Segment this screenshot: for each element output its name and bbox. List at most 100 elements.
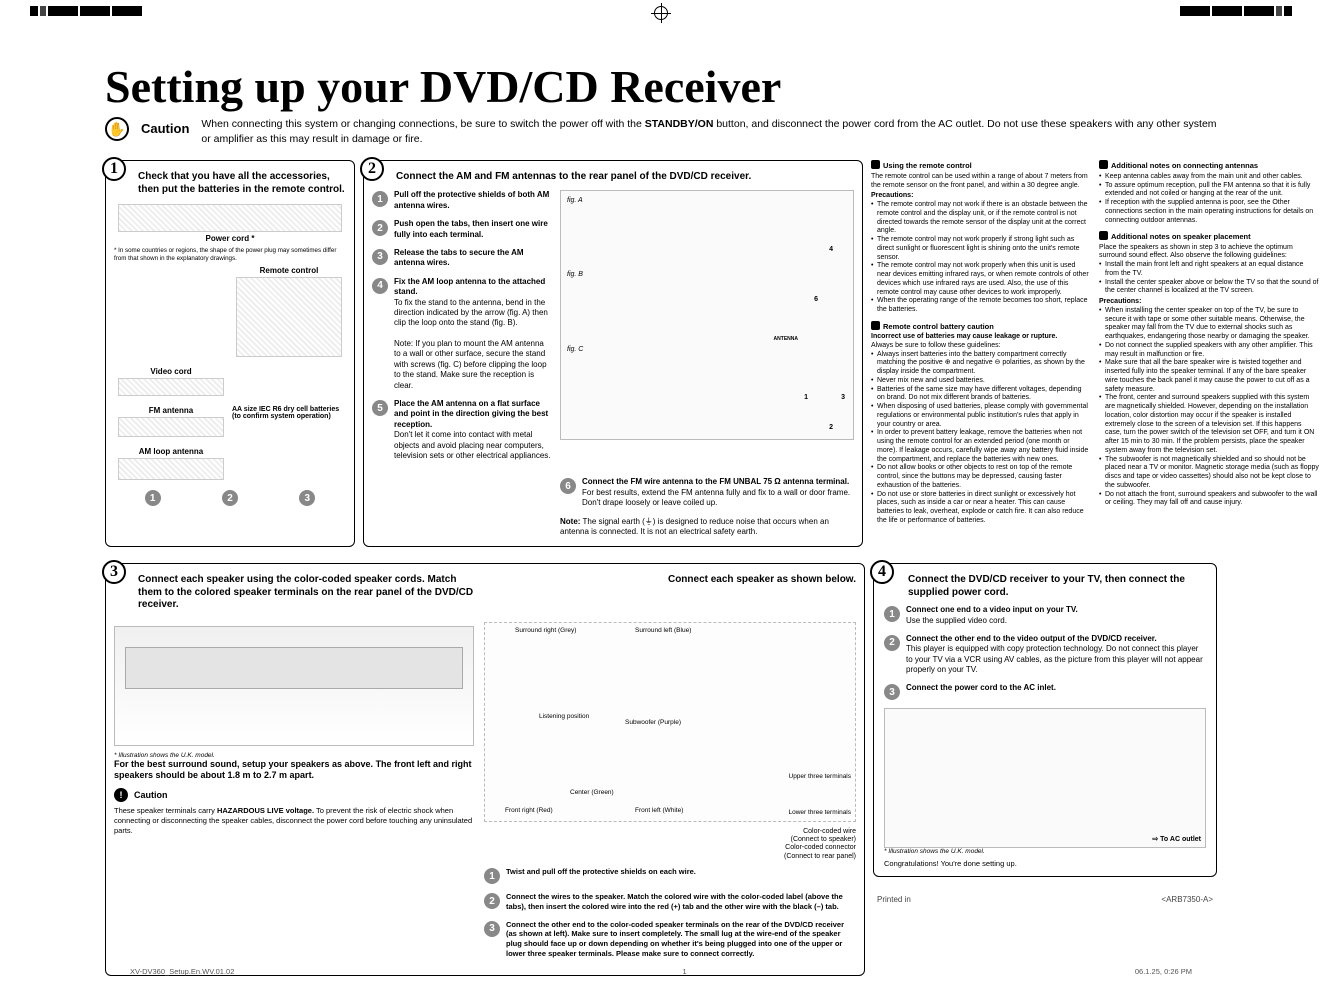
substep-3-icon: 3 [372,249,388,265]
diagram-callout-3: 3 [841,394,845,401]
tv-step-1-icon: 1 [884,606,900,622]
wire-step-1-text: Twist and pull off the protective shield… [506,867,696,876]
batt-rule-3: Batteries of the same size may have diff… [871,386,1091,404]
label-center: Center (Green) [570,789,614,796]
accessory-power-cord: Power cord * [114,204,346,243]
diagram-callout-6: 6 [814,296,818,303]
video-cord-illustration [118,378,224,396]
power-cord-note: * In some countries or regions, the shap… [114,247,346,262]
step-4-number: 4 [870,560,894,584]
tv-step-1-body: Use the supplied video cord. [906,616,1007,625]
spk-prec-6: Do not attach the front, surround speake… [1099,491,1319,509]
speaker-layout-diagram: Surround right (Grey) Surround left (Blu… [484,622,856,822]
spk-prec-5: The subwoofer is not magnetically shield… [1099,456,1319,491]
label-subwoofer: Subwoofer (Purple) [625,719,681,726]
label-front-left: Front left (White) [635,807,683,814]
additional-notes-column: Additional notes on connecting antennas … [1099,160,1319,547]
step-3-left: * Illustration shows the U.K. model. For… [114,622,474,967]
step-2-heading: Connect the AM and FM antennas to the re… [372,171,854,182]
wire-step-2-icon: 2 [484,893,500,909]
press-filename: XV-DV360_Setup.En.WV.01.02 [130,967,234,976]
step-1-heading: Check that you have all the accessories,… [114,171,346,196]
fig-b-label: fig. B [567,271,583,278]
congrats-line: Congratulations! You're done setting up. [884,859,1206,868]
batteries-label: AA size IEC R6 dry cell batteries (to co… [232,406,346,420]
caution-text-b: STANDBY/ON [645,118,714,130]
using-remote-heading: Using the remote control [871,160,1091,170]
label-listening-position: Listening position [539,713,589,720]
battery-step-2-icon: 2 [222,490,238,506]
page-title: Setting up your DVD/CD Receiver [105,60,1217,113]
fm-antenna-illustration [118,417,224,437]
ant-note-3: If reception with the supplied antenna i… [1099,199,1319,225]
substep-1-icon: 1 [372,191,388,207]
caution-text: When connecting this system or changing … [201,117,1217,146]
substep-6: 6 Connect the FM wire antenna to the FM … [560,477,854,538]
step-1-box: 1 Check that you have all the accessorie… [105,160,355,547]
substep-6-text: Connect the FM wire antenna to the FM UN… [582,477,849,486]
tv-step-1-text: Connect one end to a video input on your… [906,605,1078,614]
ant-note-2: To assure optimum reception, pull the FM… [1099,182,1319,200]
caution-hand-icon: ✋ [105,117,129,141]
batt-rule-4: When disposing of used batteries, please… [871,403,1091,429]
caution-triangle-icon: ! [114,788,128,802]
antenna-notes-heading: Additional notes on connecting antennas [1099,160,1319,170]
substep-1-text: Pull off the protective shields of both … [394,190,549,209]
ant-note-1: Keep antenna cables away from the main u… [1099,173,1319,182]
battery-intro: Always be sure to follow these guideline… [871,342,1091,351]
printed-in-label: Printed in [877,895,911,904]
to-ac-outlet-label: ⇨ To AC outlet [1152,835,1201,843]
press-footer: XV-DV360_Setup.En.WV.01.02 1 06.1.25, 0:… [130,967,1192,976]
wire-step-3-icon: 3 [484,921,500,937]
step-4-heading: Connect the DVD/CD receiver to your TV, … [884,574,1206,599]
step-3-number: 3 [102,560,126,584]
wire-step-3-text: Connect the other end to the color-coded… [506,920,844,958]
video-cord-label: Video cord [114,367,228,376]
step-3-right: Surround right (Grey) Surround left (Blu… [484,622,856,967]
battery-insert-steps: 1 2 3 [114,490,346,506]
remote-prec-1: The remote control may not work if there… [871,201,1091,236]
illus-note-4: * Illustration shows the U.K. model. [884,848,1206,855]
speaker-precautions-heading: Precautions: [1099,298,1319,307]
batt-rule-7: Do not use or store batteries in direct … [871,491,1091,526]
substep-4-note: Note: If you plan to mount the AM antenn… [394,339,547,390]
hazardous-body: These speaker terminals carry HAZARDOUS … [114,806,474,835]
speaker-notes-heading: Additional notes on speaker placement [1099,231,1319,241]
label-surround-left: Surround left (Blue) [635,627,691,634]
remote-prec-4: When the operating range of the remote b… [871,297,1091,315]
step-3-box: 3 Connect each speaker using the color-c… [105,563,865,976]
antenna-panel-label: ANTENNA [774,336,798,342]
power-cord-illustration [118,204,342,232]
substep-4-text: Fix the AM loop antenna to the attached … [394,277,545,296]
print-footer: Printed in <ARB7350-A> [873,895,1217,904]
tv-step-2-text: Connect the other end to the video outpu… [906,634,1157,643]
batt-rule-5: In order to prevent battery leakage, rem… [871,429,1091,464]
diagram-callout-1: 1 [804,394,808,401]
diagram-callout-2: 2 [829,424,833,431]
spk-guide-2: Install the center speaker above or belo… [1099,279,1319,297]
substep-4-icon: 4 [372,278,388,294]
remote-prec-2: The remote control may not work properly… [871,236,1091,262]
speaker-notes-intro: Place the speakers as shown in step 3 to… [1099,244,1319,262]
substep-4-body: To fix the stand to the antenna, bend in… [394,298,548,328]
hazardous-body-b: HAZARDOUS LIVE voltage. [217,806,314,815]
accessory-fm-antenna: FM antenna [114,406,228,439]
spk-guide-1: Install the main front left and right sp… [1099,261,1319,279]
remote-illustration [236,277,342,357]
accessory-remote: Remote control [232,266,346,359]
fig-c-label: fig. C [567,346,583,353]
batt-rule-1: Always insert batteries into the battery… [871,351,1091,377]
battery-caution-heading: Remote control battery caution [871,321,1091,331]
tv-step-2-body: This player is equipped with copy protec… [906,644,1203,674]
am-loop-illustration [118,458,224,480]
caution-banner: ✋ Caution When connecting this system or… [105,117,1217,146]
caution-label: Caution [141,121,189,136]
wire-step-2-text: Connect the wires to the speaker. Match … [506,892,843,911]
step-3-heading-right: Connect each speaker as shown below. [484,574,856,612]
hazardous-caution: ! Caution [114,788,474,802]
label-surround-right: Surround right (Grey) [515,627,576,634]
batt-rule-6: Do not allow books or other objects to r… [871,464,1091,490]
accessory-video-cord: Video cord [114,367,228,398]
diagram-callout-4: 4 [829,246,833,253]
press-timestamp: 06.1.25, 0:26 PM [1135,967,1192,976]
